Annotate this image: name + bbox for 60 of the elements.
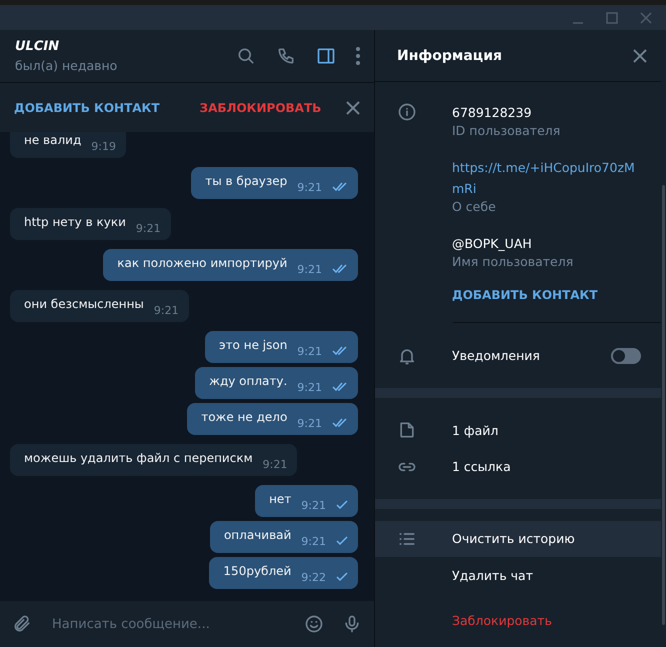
maximize-icon[interactable] xyxy=(606,12,618,24)
block-button[interactable]: ЗАБЛОКИРОВАТЬ xyxy=(200,100,346,114)
message-time: 9:21 xyxy=(301,498,326,512)
close-icon[interactable] xyxy=(346,100,360,114)
message-time: 9:21 xyxy=(297,416,322,430)
message-text: 150рублей xyxy=(223,564,292,578)
chat-name: ULCIN xyxy=(15,39,60,54)
field-value: @BOPK_UAH xyxy=(452,235,533,254)
notifications-label: Уведомления xyxy=(452,348,541,364)
message-time: 9:21 xyxy=(136,222,161,234)
add-contact-button[interactable]: ДОБАВИТЬ КОНТАКТ xyxy=(14,100,160,114)
message-time: 9:21 xyxy=(297,380,322,394)
media-row[interactable]: 1 файл xyxy=(375,412,661,449)
message-time: 9:21 xyxy=(301,534,326,548)
message-text: нет xyxy=(269,492,292,506)
more-icon[interactable] xyxy=(356,47,360,65)
message-time: 9:21 xyxy=(297,262,322,276)
menu-item[interactable]: Заблокировать xyxy=(375,594,661,647)
scrollbar[interactable] xyxy=(662,185,665,625)
message-time: 9:21 xyxy=(154,304,179,316)
paperclip-icon xyxy=(12,614,32,634)
field-label: ID пользователя xyxy=(452,123,562,138)
phone-icon xyxy=(276,46,296,66)
media-row[interactable]: 1 ссылка xyxy=(375,448,661,486)
message-time: 9:21 xyxy=(297,180,322,194)
sidebar-toggle-icon xyxy=(316,46,336,66)
message-text: они безсмысленны xyxy=(24,297,144,311)
field-label: Имя пользователя xyxy=(452,254,574,270)
message-text: можешь удалить файл с перепискм xyxy=(24,451,253,465)
message-text: это не json xyxy=(218,338,288,352)
message-text: ты в браузер xyxy=(205,174,288,188)
message-text: тоже не дело xyxy=(201,410,288,424)
message-text: как положено импортируй xyxy=(117,256,288,270)
close-icon[interactable] xyxy=(640,12,652,24)
message-text: http нету в куки xyxy=(24,215,126,229)
menu-item-label: Очистить историю xyxy=(452,531,576,546)
menu-item-label: Удалить чат xyxy=(452,568,534,583)
info-icon xyxy=(397,102,417,122)
message-time: 9:19 xyxy=(91,140,116,152)
message-time: 9:21 xyxy=(262,458,288,470)
media-label: 1 файл xyxy=(452,422,500,438)
field-value: 6789128239 xyxy=(452,104,533,122)
menu-item[interactable]: Очистить историю xyxy=(375,520,661,558)
search-icon xyxy=(236,46,256,66)
menu-item-label: Заблокировать xyxy=(452,612,553,628)
notifications-toggle[interactable] xyxy=(611,348,641,364)
panel-title: Информация xyxy=(397,48,503,64)
message-text: жду оплату. xyxy=(209,374,288,388)
profile-link[interactable]: https://t.me/+iHCopuIro70zMmRi xyxy=(452,157,637,200)
last-seen-status: был(а) недавно xyxy=(15,58,118,73)
add-contact-button[interactable]: ДОБАВИТЬ КОНТАКТ xyxy=(452,288,637,302)
media-label: 1 ссылка xyxy=(452,459,512,474)
message-time: 9:22 xyxy=(301,570,326,584)
message-time: 9:21 xyxy=(297,344,322,358)
smiley-icon xyxy=(304,614,324,634)
close-icon[interactable] xyxy=(633,48,647,63)
message-text: не валид xyxy=(24,133,82,147)
menu-item[interactable]: Удалить чат xyxy=(375,557,661,594)
message-text: оплачивай xyxy=(224,528,292,542)
field-label: О себе xyxy=(452,199,497,214)
